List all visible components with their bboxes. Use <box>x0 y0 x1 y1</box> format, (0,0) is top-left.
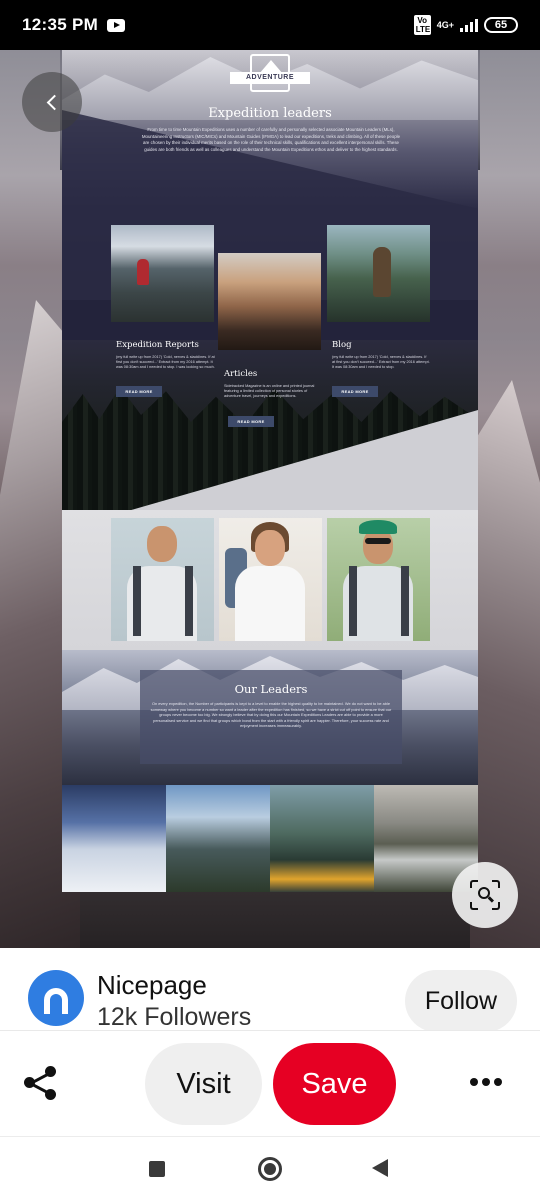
leaders-title: Our Leaders <box>234 682 308 696</box>
gallery-image <box>166 785 270 892</box>
pin-image[interactable]: ADVENTURE Expedition leaders From time t… <box>0 50 540 948</box>
back-arrow-icon <box>46 94 63 110</box>
card-text-blog: (my full write up from 2017) 'Cold, nerv… <box>332 355 430 370</box>
network-type: 4G+ <box>436 20 454 30</box>
system-back-button[interactable] <box>372 1159 388 1177</box>
gallery-image <box>270 785 374 892</box>
leader-head <box>147 526 177 562</box>
screen: 12:35 PM Vo LTE 4G+ 65 ADVENTURE Expedit… <box>0 0 540 1200</box>
card-title-articles: Articles <box>224 369 258 379</box>
gallery-image <box>62 785 166 892</box>
status-time: 12:35 PM <box>22 15 99 34</box>
logo-text: ADVENTURE <box>230 72 310 84</box>
hero-title: Expedition leaders <box>208 106 332 121</box>
creator-row: Nicepage 12k Followers Follow <box>0 948 540 1032</box>
card-image-articles <box>218 253 321 350</box>
read-more-button: READ MORE <box>116 386 162 397</box>
backpack-strap <box>349 566 357 636</box>
leader-head <box>255 530 285 566</box>
battery-icon: 65 <box>484 17 518 33</box>
status-bar: 12:35 PM Vo LTE 4G+ 65 <box>0 0 540 50</box>
follow-button[interactable]: Follow <box>405 970 517 1032</box>
youtube-icon <box>107 18 126 32</box>
more-options-icon[interactable] <box>470 1078 502 1086</box>
leader-cap <box>359 520 397 534</box>
leader-shirt <box>235 566 305 641</box>
creator-avatar[interactable] <box>28 970 84 1026</box>
card-image-blog <box>327 225 430 322</box>
creator-name[interactable]: Nicepage <box>97 970 207 1001</box>
volte-icon: Vo LTE <box>413 15 431 35</box>
lens-icon <box>470 880 500 910</box>
leader-photo <box>219 518 322 641</box>
back-button[interactable] <box>22 72 82 132</box>
leader-sunglasses <box>365 538 391 544</box>
card-title-expedition: Expedition Reports <box>116 340 199 350</box>
leader-photo <box>327 518 430 641</box>
home-button[interactable] <box>258 1157 282 1181</box>
nicepage-logo-icon <box>44 988 68 1014</box>
leader-photo <box>111 518 214 641</box>
status-icons: Vo LTE 4G+ 65 <box>413 15 518 35</box>
card-title-blog: Blog <box>332 340 352 350</box>
card-text-expedition: (my full write up from 2017) 'Cold, nerv… <box>116 355 215 370</box>
hero-text: From time to time Mountain Expeditions u… <box>141 127 401 152</box>
visual-search-button[interactable] <box>452 862 518 928</box>
share-icon[interactable] <box>24 1066 58 1100</box>
save-button[interactable]: Save <box>273 1043 396 1125</box>
card-text-articles: Sidetracked Magazine is an online and pr… <box>224 384 315 399</box>
system-nav-bar <box>0 1136 540 1200</box>
read-more-button: READ MORE <box>228 416 274 427</box>
leaders-text: On every expedition, the Number of parti… <box>150 701 392 729</box>
read-more-button: READ MORE <box>332 386 378 397</box>
visit-button[interactable]: Visit <box>145 1043 262 1125</box>
website-mockup: ADVENTURE Expedition leaders From time t… <box>62 50 478 892</box>
recents-button[interactable] <box>149 1161 165 1177</box>
card-image-expedition <box>111 225 214 322</box>
backpack-strap <box>185 566 193 636</box>
signal-icon <box>460 18 478 32</box>
backpack-strap <box>133 566 141 636</box>
action-bar: Visit Save <box>0 1030 540 1136</box>
backpack-strap <box>401 566 409 636</box>
creator-followers: 12k Followers <box>97 1003 252 1031</box>
